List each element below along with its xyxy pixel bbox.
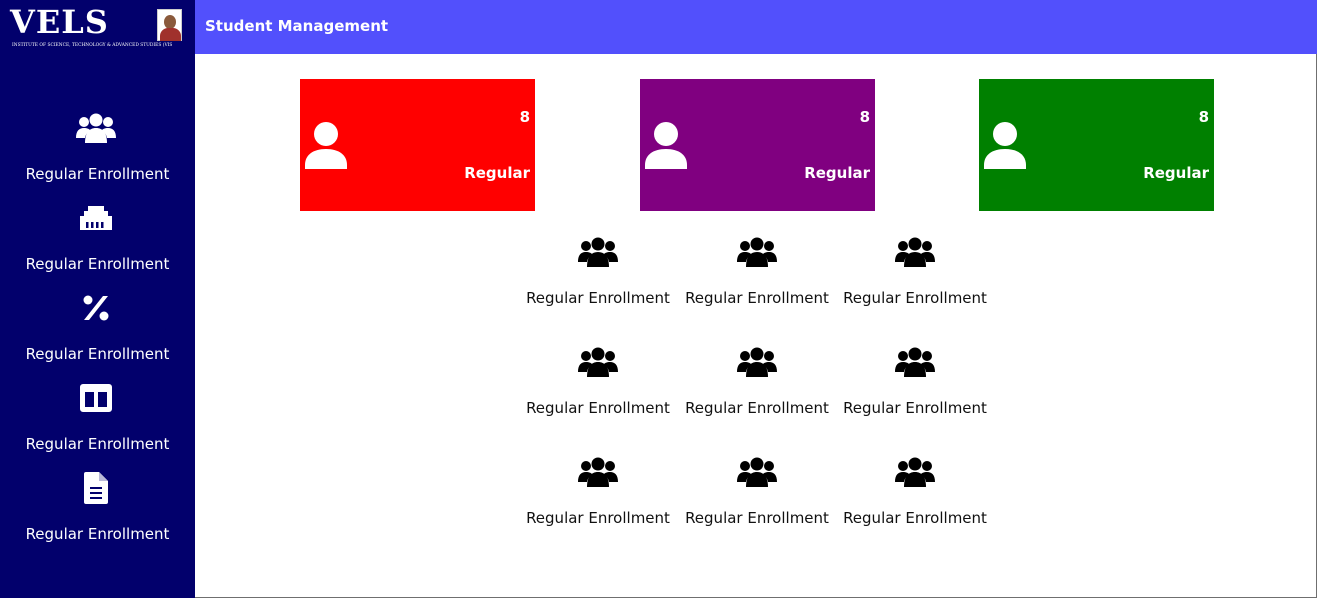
user-icon — [645, 122, 687, 169]
sidebar-item-regular-enrollment-4[interactable]: Regular Enrollment — [0, 378, 195, 468]
users-icon — [76, 108, 116, 148]
grid-item-label: Regular Enrollment — [685, 289, 829, 307]
grid-item-label: Regular Enrollment — [843, 509, 987, 527]
grid-item-regular-enrollment[interactable]: Regular Enrollment — [682, 235, 832, 315]
sidebar-item-label: Regular Enrollment — [25, 165, 170, 183]
grid-item-label: Regular Enrollment — [843, 289, 987, 307]
ethernet-port-icon — [76, 198, 116, 238]
users-icon — [737, 237, 777, 267]
page-title: Student Management — [205, 17, 389, 35]
logo-subtitle: INSTITUTE OF SCIENCE, TECHNOLOGY & ADVAN… — [12, 43, 172, 48]
logo[interactable]: VELS INSTITUTE OF SCIENCE, TECHNOLOGY & … — [0, 0, 195, 54]
users-icon — [895, 457, 935, 487]
stat-card-2[interactable]: 8 Regular — [640, 79, 875, 211]
grid-item-regular-enrollment[interactable]: Regular Enrollment — [682, 345, 832, 425]
users-icon — [578, 347, 618, 377]
sidebar-item-label: Regular Enrollment — [25, 525, 170, 543]
users-icon — [895, 347, 935, 377]
users-icon — [737, 457, 777, 487]
card-title: Regular — [804, 164, 870, 182]
user-icon — [984, 122, 1026, 169]
sidebar: VELS INSTITUTE OF SCIENCE, TECHNOLOGY & … — [0, 0, 195, 598]
document-icon — [76, 468, 116, 508]
users-icon — [895, 237, 935, 267]
card-count: 8 — [859, 108, 870, 126]
stat-card-3[interactable]: 8 Regular — [979, 79, 1214, 211]
user-icon — [305, 122, 347, 169]
sidebar-item-regular-enrollment-1[interactable]: Regular Enrollment — [0, 108, 195, 198]
percent-icon — [76, 288, 116, 328]
card-title: Regular — [1143, 164, 1209, 182]
users-icon — [578, 457, 618, 487]
card-title: Regular — [464, 164, 530, 182]
stat-card-1[interactable]: 8 Regular — [300, 79, 535, 211]
sidebar-item-regular-enrollment-3[interactable]: Regular Enrollment — [0, 288, 195, 378]
sidebar-item-label: Regular Enrollment — [25, 255, 170, 273]
logo-portrait — [157, 9, 182, 41]
grid-item-label: Regular Enrollment — [526, 509, 670, 527]
logo-text: VELS — [10, 3, 109, 41]
sidebar-item-regular-enrollment-2[interactable]: Regular Enrollment — [0, 198, 195, 288]
grid-item-label: Regular Enrollment — [685, 509, 829, 527]
grid-item-label: Regular Enrollment — [526, 399, 670, 417]
grid-item-label: Regular Enrollment — [526, 289, 670, 307]
grid-item-regular-enrollment[interactable]: Regular Enrollment — [682, 455, 832, 535]
sidebar-item-label: Regular Enrollment — [25, 435, 170, 453]
users-icon — [737, 347, 777, 377]
header: Student Management — [195, 0, 1317, 54]
sidebar-item-regular-enrollment-5[interactable]: Regular Enrollment — [0, 468, 195, 558]
columns-icon — [76, 378, 116, 418]
grid-item-label: Regular Enrollment — [843, 399, 987, 417]
grid-item-regular-enrollment[interactable]: Regular Enrollment — [840, 345, 990, 425]
card-count: 8 — [1198, 108, 1209, 126]
users-icon — [578, 237, 618, 267]
grid-item-regular-enrollment[interactable]: Regular Enrollment — [523, 455, 673, 535]
grid-item-regular-enrollment[interactable]: Regular Enrollment — [523, 345, 673, 425]
grid-item-regular-enrollment[interactable]: Regular Enrollment — [840, 455, 990, 535]
sidebar-item-label: Regular Enrollment — [25, 345, 170, 363]
grid-item-regular-enrollment[interactable]: Regular Enrollment — [523, 235, 673, 315]
grid-item-label: Regular Enrollment — [685, 399, 829, 417]
grid-item-regular-enrollment[interactable]: Regular Enrollment — [840, 235, 990, 315]
card-count: 8 — [519, 108, 530, 126]
